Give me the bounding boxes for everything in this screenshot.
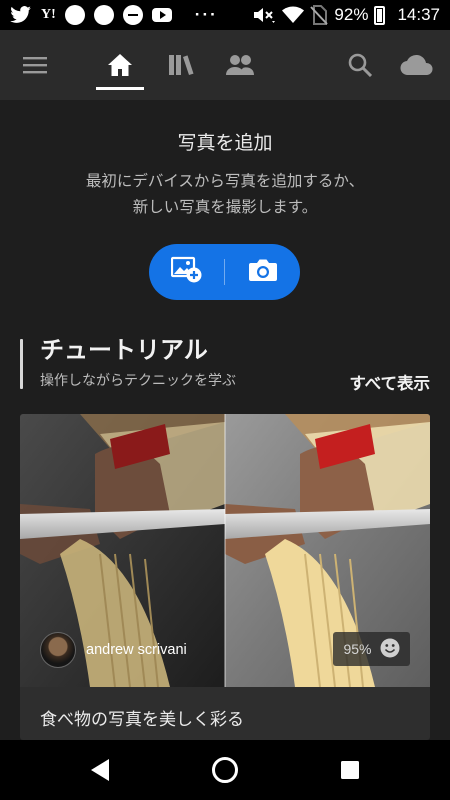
add-image-icon (170, 256, 203, 288)
library-icon[interactable] (157, 30, 205, 100)
search-icon[interactable] (337, 30, 383, 100)
add-from-device-button[interactable] (149, 244, 224, 300)
smiley-icon (380, 638, 400, 661)
tutorials-subtitle: 操作しながらテクニックを学ぶ (40, 373, 236, 389)
recents-icon[interactable] (320, 740, 380, 800)
battery-percent: 92% (334, 5, 369, 24)
tutorial-card[interactable]: andrew scrivani 95% 食べ物の写真を美しく彩る (20, 414, 430, 740)
active-tab-indicator (96, 87, 144, 90)
status-bar: Y! ··· 92% 14:37 (0, 0, 450, 30)
circle-notification-icon (93, 5, 114, 25)
android-navigation-bar (0, 740, 450, 800)
camera-icon (248, 258, 278, 286)
section-accent-bar (20, 339, 23, 389)
before-after-divider (224, 414, 226, 687)
tutorial-author: andrew scrivani (40, 632, 187, 668)
author-name: andrew scrivani (86, 642, 187, 658)
yahoo-icon: Y! (41, 7, 56, 22)
add-photo-button-group (149, 244, 300, 300)
wifi-icon (282, 6, 305, 24)
home-circle-icon[interactable] (195, 740, 255, 800)
tutorial-card-caption: 食べ物の写真を美しく彩る (40, 710, 244, 730)
top-navigation-bar (0, 30, 450, 100)
battery-icon (374, 5, 386, 25)
progress-value: 95% (343, 641, 372, 657)
add-photo-description-line: 最初にデバイスから写真を追加するか、 (85, 172, 365, 190)
clock: 14:37 (397, 5, 440, 24)
dnd-icon (122, 5, 143, 25)
add-photo-title: 写真を追加 (177, 132, 273, 154)
add-photo-description: 最初にデバイスから写真を追加するか、 新しい写真を撮影します。 (0, 168, 450, 220)
cloud-icon[interactable] (395, 30, 439, 100)
circle-notification-icon (64, 5, 85, 25)
more-notifications-icon: ··· (194, 5, 218, 24)
add-photo-description-line: 新しい写真を撮影します。 (132, 198, 318, 216)
menu-icon[interactable] (10, 30, 60, 100)
see-all-link[interactable]: すべて表示 (349, 370, 430, 394)
avatar (40, 632, 76, 668)
take-photo-button[interactable] (225, 244, 300, 300)
youtube-icon (151, 8, 172, 22)
back-icon[interactable] (70, 740, 130, 800)
no-sim-icon (310, 5, 329, 25)
progress-badge: 95% (333, 632, 410, 666)
mute-icon (252, 6, 276, 24)
twitter-icon (10, 6, 32, 24)
tutorials-title: チュートリアル (40, 336, 208, 364)
people-icon[interactable] (215, 30, 265, 100)
